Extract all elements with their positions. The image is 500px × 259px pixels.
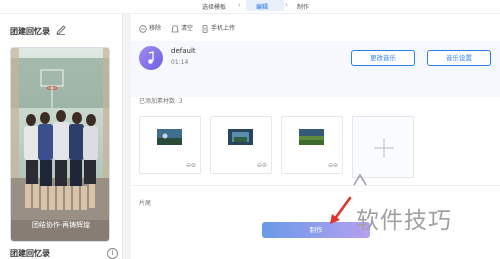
thumb-controls[interactable]: ⊖⊘: [328, 162, 338, 169]
broom-icon: [171, 25, 179, 32]
plus-icon: [374, 138, 394, 158]
clear-button[interactable]: 清空: [171, 23, 193, 33]
music-duration: 01:14: [171, 59, 189, 66]
thumbnail-image: [157, 129, 182, 145]
video-preview[interactable]: 团结协作·再铸辉煌: [10, 47, 110, 242]
edit-pen-icon[interactable]: [55, 24, 67, 36]
step-bar: 选择模板 › 编辑 › 制作: [0, 0, 500, 14]
watermark-logo-icon: [353, 173, 367, 186]
thumb-controls[interactable]: ⊖⊘: [257, 162, 267, 169]
info-icon[interactable]: i: [107, 248, 118, 259]
phone-upload-icon: [202, 24, 208, 33]
thumb-controls[interactable]: ⊖⊘: [186, 162, 196, 169]
watermark-text: 软件技巧: [356, 208, 452, 234]
music-note-icon: [139, 46, 163, 70]
phone-upload-label: 手机上传: [211, 25, 236, 32]
music-settings-button[interactable]: 音乐设置: [427, 50, 491, 66]
outro-label: 片尾: [139, 200, 152, 207]
materials-count-label: 已添加素材数: 3: [139, 98, 183, 105]
step-make[interactable]: 制作: [297, 2, 309, 11]
music-row: default 01:14 更改音乐 音乐设置: [131, 41, 500, 97]
video-caption: 团结协作·再铸辉煌: [31, 221, 91, 229]
add-material-button[interactable]: [352, 116, 414, 178]
thumbnail-image: [299, 129, 324, 145]
remove-label: 移除: [149, 25, 162, 32]
clear-label: 清空: [181, 25, 194, 32]
album-title: 团建回忆录: [10, 27, 50, 36]
chevron-right-icon: ›: [238, 1, 241, 9]
minus-circle-icon: [139, 24, 147, 33]
material-thumb-3[interactable]: ⊖⊘: [281, 116, 343, 174]
section-divider: [131, 185, 500, 186]
step-edit[interactable]: 编辑: [256, 2, 268, 11]
material-thumb-2[interactable]: ⊖⊘: [210, 116, 272, 174]
chevron-right-icon: ›: [285, 1, 288, 9]
bottom-album-title: 团建回忆录: [10, 249, 50, 258]
preview-panel: 团建回忆录 团结协作·再铸辉煌 团建回忆录 i: [0, 14, 123, 259]
change-music-button[interactable]: 更改音乐: [351, 50, 415, 66]
red-arrow-annotation: [330, 196, 352, 224]
thumbnail-image: [228, 129, 253, 145]
music-name: default: [171, 47, 196, 55]
material-thumb-1[interactable]: ⊖⊘: [139, 116, 201, 174]
group-photo-image: [11, 48, 109, 241]
step-select-template[interactable]: 选择模板: [202, 2, 226, 11]
remove-button[interactable]: 移除: [139, 23, 161, 33]
phone-upload-button[interactable]: 手机上传: [201, 23, 235, 33]
